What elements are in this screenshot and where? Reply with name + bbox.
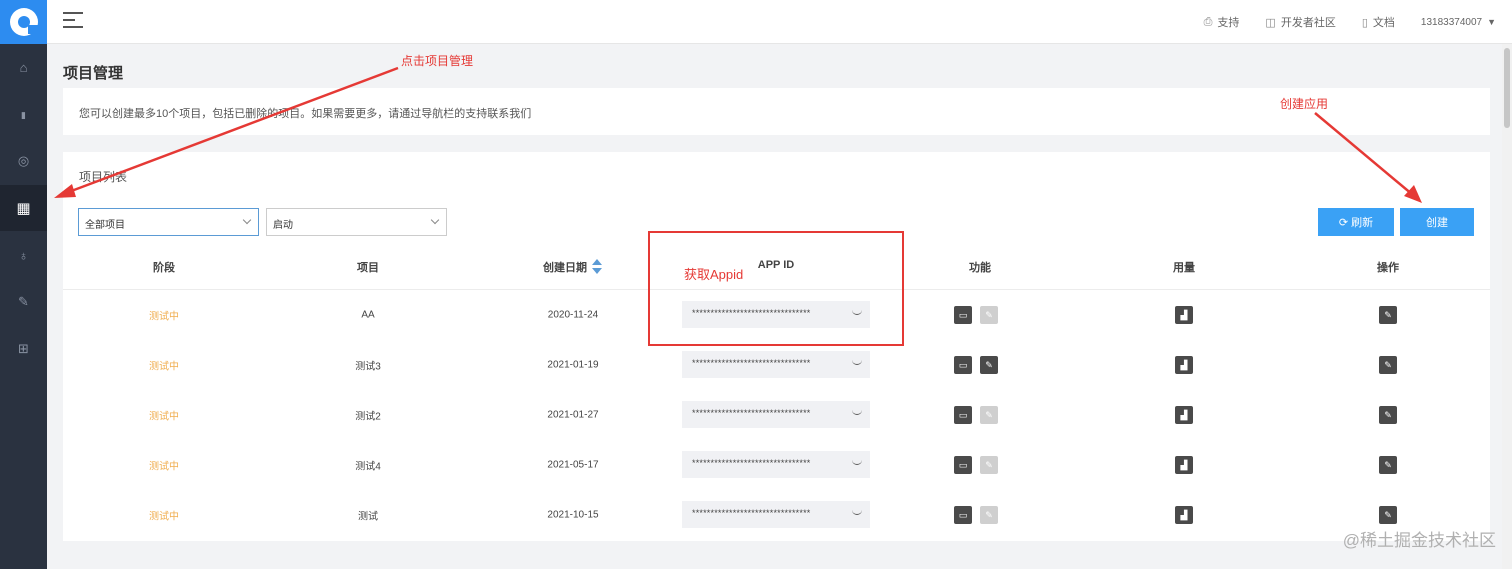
- appid-field[interactable]: ********************************: [682, 351, 870, 378]
- annotation-get-appid: 获取Appid: [684, 267, 744, 282]
- edit-icon[interactable]: ✎: [1379, 456, 1397, 474]
- sort-icon[interactable]: [592, 259, 602, 275]
- panel-title: 项目列表: [79, 170, 128, 184]
- created-date: 2021-01-27: [547, 409, 599, 421]
- gift-icon: ⊞: [18, 341, 29, 356]
- wrench-icon: ✎: [980, 406, 998, 424]
- sidebar-item-tools[interactable]: ✎: [0, 279, 47, 325]
- sidebar: ⌂ ▮ ◎ ▦ ♁ ✎ ⊞: [0, 0, 47, 569]
- sidebar-item-projects[interactable]: ▦: [0, 185, 47, 231]
- monitor-icon: ◎: [17, 153, 30, 168]
- project-name[interactable]: 测试2: [355, 408, 381, 423]
- stage-badge: 测试中: [149, 511, 179, 523]
- refresh-button[interactable]: ⟳ 刷新: [1318, 208, 1394, 236]
- support-link[interactable]: ⎙ 支持: [1204, 14, 1240, 30]
- sidebar-item-stats[interactable]: ▮: [0, 92, 47, 138]
- usage-chart-icon[interactable]: ▟: [1175, 506, 1193, 524]
- window-icon[interactable]: ▭: [954, 456, 972, 474]
- column-header-stage[interactable]: 阶段: [153, 259, 175, 275]
- column-header-project[interactable]: 项目: [357, 259, 379, 275]
- column-header-date[interactable]: 创建日期: [543, 259, 587, 275]
- sidebar-item-billing[interactable]: ♁: [0, 232, 47, 278]
- sidebar-item-home[interactable]: ⌂: [0, 44, 47, 90]
- table-row: 测试中 测试4 2021-05-17 *********************…: [63, 440, 1490, 490]
- edit-icon[interactable]: ✎: [1379, 306, 1397, 324]
- table-row: 测试中 测试3 2021-01-19 *********************…: [63, 340, 1490, 390]
- caret-down-icon: ▼: [1487, 17, 1496, 27]
- stage-badge: 测试中: [149, 311, 179, 323]
- window-icon[interactable]: ▭: [954, 356, 972, 374]
- appid-highlight-box: [648, 231, 904, 346]
- docs-link[interactable]: ▯ 文档: [1362, 14, 1395, 30]
- usage-chart-icon[interactable]: ▟: [1175, 356, 1193, 374]
- column-header-usage: 用量: [1173, 262, 1195, 274]
- logo-icon: [9, 8, 40, 36]
- table-row: 测试中 测试2 2021-01-27 *********************…: [63, 390, 1490, 440]
- column-header-function: 功能: [969, 262, 991, 274]
- project-name[interactable]: 测试3: [355, 358, 381, 373]
- eye-closed-icon[interactable]: [852, 460, 862, 465]
- usage-chart-icon[interactable]: ▟: [1175, 306, 1193, 324]
- table-row: 测试中 测试 2021-10-15 **********************…: [63, 490, 1490, 540]
- stage-badge: 测试中: [149, 361, 179, 373]
- appid-field[interactable]: ********************************: [682, 451, 870, 478]
- chevron-down-icon: [430, 215, 440, 225]
- status-filter-select[interactable]: 启动: [266, 208, 447, 236]
- sidebar-item-monitor[interactable]: ◎: [0, 138, 47, 184]
- created-date: 2021-01-19: [547, 359, 599, 371]
- window-icon[interactable]: ▭: [954, 406, 972, 424]
- eye-closed-icon[interactable]: [852, 360, 862, 365]
- document-icon: ▯: [1361, 16, 1368, 29]
- wrench-icon: ✎: [980, 506, 998, 524]
- printer-icon: ⎙: [1203, 15, 1213, 28]
- page-title: 项目管理: [63, 65, 124, 82]
- watermark: @稀土掘金技术社区: [1342, 531, 1496, 550]
- home-icon: ⌂: [19, 59, 28, 75]
- top-bar: ⎙ 支持 ◫ 开发者社区 ▯ 文档 13183374007 ▼: [47, 0, 1512, 44]
- wrench-icon: ✎: [18, 294, 29, 309]
- annotation-click-project: 点击项目管理: [401, 54, 474, 68]
- wrench-icon: ✎: [980, 456, 998, 474]
- wrench-icon: ✎: [980, 306, 998, 324]
- project-list-panel: 项目列表 全部项目 启动 ⟳ 刷新 创建 阶段 项目 创建日期 APP ID 功能…: [63, 152, 1490, 541]
- stage-badge: 测试中: [149, 411, 179, 423]
- eye-closed-icon[interactable]: [852, 410, 862, 415]
- create-button[interactable]: 创建: [1400, 208, 1474, 236]
- usage-chart-icon[interactable]: ▟: [1175, 406, 1193, 424]
- chat-icon: ◫: [1265, 16, 1276, 29]
- project-name[interactable]: 测试4: [355, 458, 381, 473]
- created-date: 2021-10-15: [547, 509, 599, 521]
- created-date: 2020-11-24: [547, 309, 599, 321]
- edit-icon[interactable]: ✎: [1379, 356, 1397, 374]
- window-icon[interactable]: ▭: [954, 506, 972, 524]
- appid-field[interactable]: ********************************: [682, 401, 870, 428]
- column-header-actions: 操作: [1377, 262, 1399, 274]
- scrollbar[interactable]: [1502, 44, 1512, 569]
- grid-icon: ▦: [16, 200, 31, 217]
- logo[interactable]: [0, 0, 47, 44]
- edit-icon[interactable]: ✎: [1379, 506, 1397, 524]
- window-icon[interactable]: ▭: [954, 306, 972, 324]
- community-link[interactable]: ◫ 开发者社区: [1265, 14, 1335, 30]
- project-filter-select[interactable]: 全部项目: [78, 208, 259, 236]
- menu-toggle-icon[interactable]: [63, 12, 83, 28]
- project-name[interactable]: AA: [361, 310, 374, 321]
- wrench-icon[interactable]: ✎: [980, 356, 998, 374]
- bar-chart-icon: ▮: [21, 109, 26, 120]
- annotation-create-app: 创建应用: [1280, 97, 1329, 111]
- sidebar-item-gifts[interactable]: ⊞: [0, 326, 47, 372]
- notice-text: 您可以创建最多10个项目，包括已删除的项目。如果需要更多，请通过导航栏的支持联系…: [63, 88, 1490, 135]
- stage-badge: 测试中: [149, 461, 179, 473]
- appid-field[interactable]: ********************************: [682, 501, 870, 528]
- user-menu[interactable]: 13183374007 ▼: [1421, 17, 1496, 28]
- project-name[interactable]: 测试: [358, 508, 378, 523]
- eye-closed-icon[interactable]: [852, 510, 862, 515]
- moneybag-icon: ♁: [18, 247, 29, 263]
- edit-icon[interactable]: ✎: [1379, 406, 1397, 424]
- chevron-down-icon: [242, 215, 252, 225]
- refresh-icon: ⟳: [1338, 216, 1349, 229]
- created-date: 2021-05-17: [547, 459, 599, 471]
- usage-chart-icon[interactable]: ▟: [1175, 456, 1193, 474]
